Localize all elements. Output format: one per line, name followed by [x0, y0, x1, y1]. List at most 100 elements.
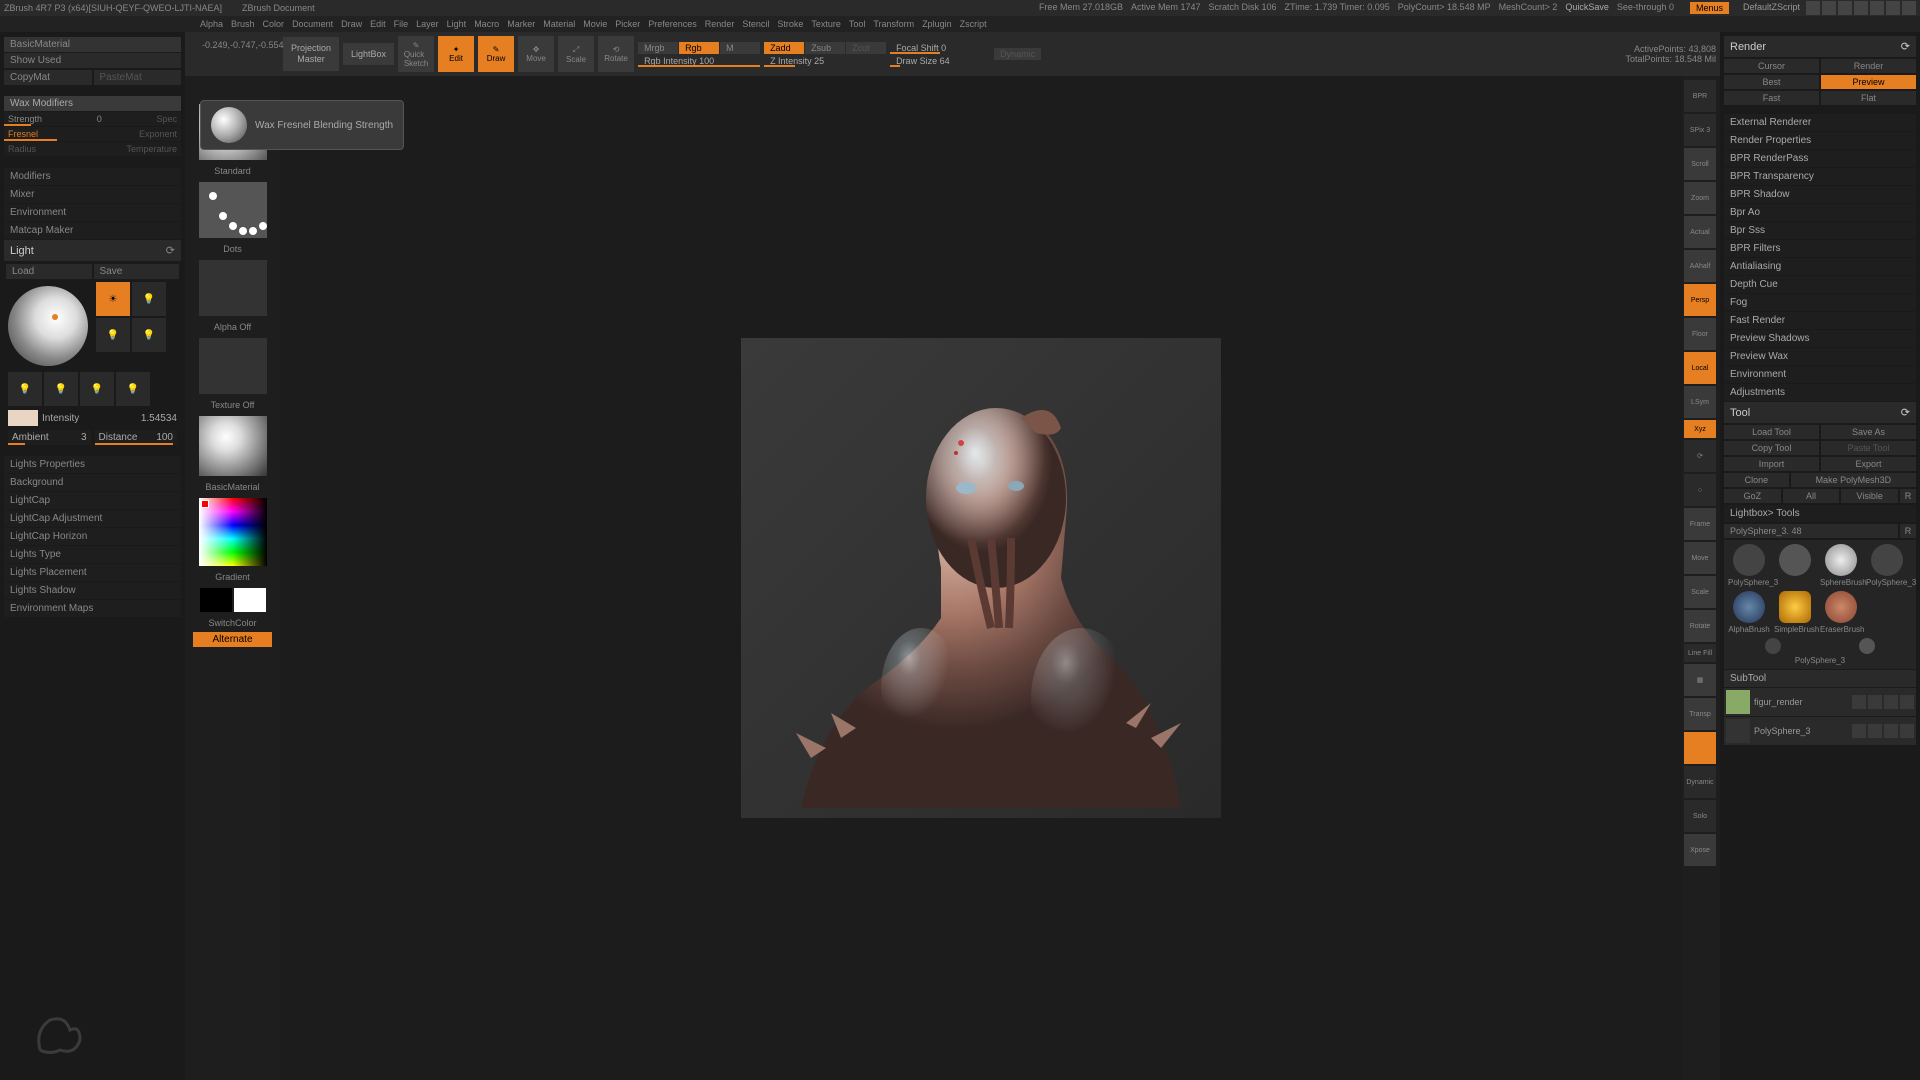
actual-button[interactable]: Actual	[1684, 216, 1716, 248]
bpr-shadow[interactable]: BPR Shadow	[1724, 186, 1916, 203]
render-header[interactable]: Render ⟳	[1724, 36, 1916, 57]
seethrough-slider[interactable]: See-through 0	[1617, 2, 1674, 14]
switchcolor-button[interactable]: SwitchColor	[189, 616, 276, 630]
aahalf-button[interactable]: AAhalf	[1684, 250, 1716, 282]
fast-render[interactable]: Fast Render	[1724, 312, 1916, 329]
subtool-item[interactable]: PolySphere_3	[1724, 717, 1916, 745]
lightcap-adj-section[interactable]: LightCap Adjustment	[4, 510, 181, 527]
bpr-filters[interactable]: BPR Filters	[1724, 240, 1916, 257]
distance-slider[interactable]: Distance 100	[95, 430, 178, 445]
nav-icon[interactable]: ⟳	[1684, 440, 1716, 472]
copymat-button[interactable]: CopyMat	[4, 70, 92, 85]
menu-marker[interactable]: Marker	[507, 19, 535, 29]
make-polymesh-button[interactable]: Make PolyMesh3D	[1791, 473, 1916, 487]
background-section[interactable]: Background	[4, 474, 181, 491]
export-button[interactable]: Export	[1821, 457, 1916, 471]
light-slot-3[interactable]: 💡	[96, 318, 130, 352]
xpose-button[interactable]: Xpose	[1684, 834, 1716, 866]
window-icon[interactable]	[1854, 1, 1868, 15]
window-icon[interactable]	[1838, 1, 1852, 15]
menu-macro[interactable]: Macro	[474, 19, 499, 29]
fast-button[interactable]: Fast	[1724, 91, 1819, 105]
window-icon[interactable]	[1822, 1, 1836, 15]
bpr-ao[interactable]: Bpr Ao	[1724, 204, 1916, 221]
tool-thumb[interactable]: SimpleBrush	[1774, 591, 1816, 634]
environment-maps-section[interactable]: Environment Maps	[4, 600, 181, 617]
nav-icon[interactable]: ○	[1684, 474, 1716, 506]
menu-tool[interactable]: Tool	[849, 19, 866, 29]
refresh-icon[interactable]: ⟳	[166, 244, 175, 257]
menu-edit[interactable]: Edit	[370, 19, 386, 29]
intensity-slider[interactable]: Intensity 1.54534	[4, 408, 181, 428]
preview-shadows[interactable]: Preview Shadows	[1724, 330, 1916, 347]
frame-button[interactable]: Frame	[1684, 508, 1716, 540]
r-button[interactable]: R	[1900, 489, 1916, 503]
scroll-button[interactable]: Scroll	[1684, 148, 1716, 180]
xyz-button[interactable]: Xyz	[1684, 420, 1716, 438]
tool-thumb[interactable]: PolySphere_3	[1728, 544, 1770, 587]
menu-zscript[interactable]: Zscript	[960, 19, 987, 29]
visibility-icon[interactable]	[1852, 724, 1866, 738]
light-header[interactable]: Light ⟳	[4, 240, 181, 261]
menu-transform[interactable]: Transform	[873, 19, 914, 29]
menu-stroke[interactable]: Stroke	[777, 19, 803, 29]
texture-thumb[interactable]	[199, 338, 267, 394]
tool-thumb[interactable]: EraserBrush	[1820, 591, 1862, 634]
import-button[interactable]: Import	[1724, 457, 1819, 471]
menu-alpha[interactable]: Alpha	[200, 19, 223, 29]
save-as-button[interactable]: Save As	[1821, 425, 1916, 439]
lightbox-button[interactable]: LightBox	[343, 43, 394, 66]
solo-button[interactable]: Solo	[1684, 800, 1716, 832]
default-script[interactable]: DefaultZScript	[1743, 2, 1800, 14]
menu-file[interactable]: File	[394, 19, 409, 29]
pin-icon[interactable]: ⟳	[1901, 406, 1910, 419]
quicksave-button[interactable]: QuickSave	[1565, 2, 1609, 14]
light-slot-6[interactable]: 💡	[44, 372, 78, 406]
subtool-header[interactable]: SubTool	[1724, 670, 1916, 687]
lightcap-section[interactable]: LightCap	[4, 492, 181, 509]
adjustments[interactable]: Adjustments	[1724, 384, 1916, 401]
white-swatch[interactable]	[234, 588, 266, 612]
z-intensity-slider[interactable]: Z Intensity 25	[764, 55, 886, 67]
load-tool-button[interactable]: Load Tool	[1724, 425, 1819, 439]
clone-button[interactable]: Clone	[1724, 473, 1789, 487]
light-slot-7[interactable]: 💡	[80, 372, 114, 406]
stroke-thumb[interactable]	[199, 182, 267, 238]
zsub-button[interactable]: Zsub	[805, 42, 845, 54]
menus-button[interactable]: Menus	[1690, 2, 1729, 14]
render-button[interactable]: Render	[1821, 59, 1916, 73]
lights-properties[interactable]: Lights Properties	[4, 456, 181, 473]
render-properties[interactable]: Render Properties	[1724, 132, 1916, 149]
canvas[interactable]	[280, 76, 1682, 1080]
environment-render[interactable]: Environment	[1724, 366, 1916, 383]
light-color-swatch[interactable]	[8, 410, 38, 426]
menu-picker[interactable]: Picker	[615, 19, 640, 29]
linefill-button[interactable]: Line Fill	[1684, 644, 1716, 662]
zcut-button[interactable]: Zcut	[846, 42, 886, 54]
rgb-button[interactable]: Rgb	[679, 42, 719, 54]
visibility-icon[interactable]	[1852, 695, 1866, 709]
preview-button[interactable]: Preview	[1821, 75, 1916, 89]
menu-material[interactable]: Material	[543, 19, 575, 29]
projection-master-button[interactable]: Projection Master	[283, 37, 339, 71]
menu-brush[interactable]: Brush	[231, 19, 255, 29]
lightcap-horizon-section[interactable]: LightCap Horizon	[4, 528, 181, 545]
bpr-renderpass[interactable]: BPR RenderPass	[1724, 150, 1916, 167]
antialiasing[interactable]: Antialiasing	[1724, 258, 1916, 275]
tool-header[interactable]: Tool ⟳	[1724, 402, 1916, 423]
black-swatch[interactable]	[200, 588, 232, 612]
light-slot-2[interactable]: 💡	[132, 282, 166, 316]
menu-texture[interactable]: Texture	[811, 19, 841, 29]
menu-light[interactable]: Light	[447, 19, 467, 29]
paste-tool-button[interactable]: Paste Tool	[1821, 441, 1916, 455]
fresnel-slider[interactable]: Fresnel Exponent	[4, 127, 181, 141]
transp-button[interactable]: Transp	[1684, 698, 1716, 730]
persp-button[interactable]: Persp	[1684, 284, 1716, 316]
mode-icon[interactable]	[1884, 695, 1898, 709]
light-slot-4[interactable]: 💡	[132, 318, 166, 352]
tool-thumb[interactable]: PolySphere_3	[1866, 544, 1908, 587]
environment-section[interactable]: Environment	[4, 204, 181, 221]
focal-shift-slider[interactable]: Focal Shift 0	[890, 42, 990, 54]
maximize-icon[interactable]	[1886, 1, 1900, 15]
tool-thumb[interactable]: SphereBrush	[1820, 544, 1862, 587]
